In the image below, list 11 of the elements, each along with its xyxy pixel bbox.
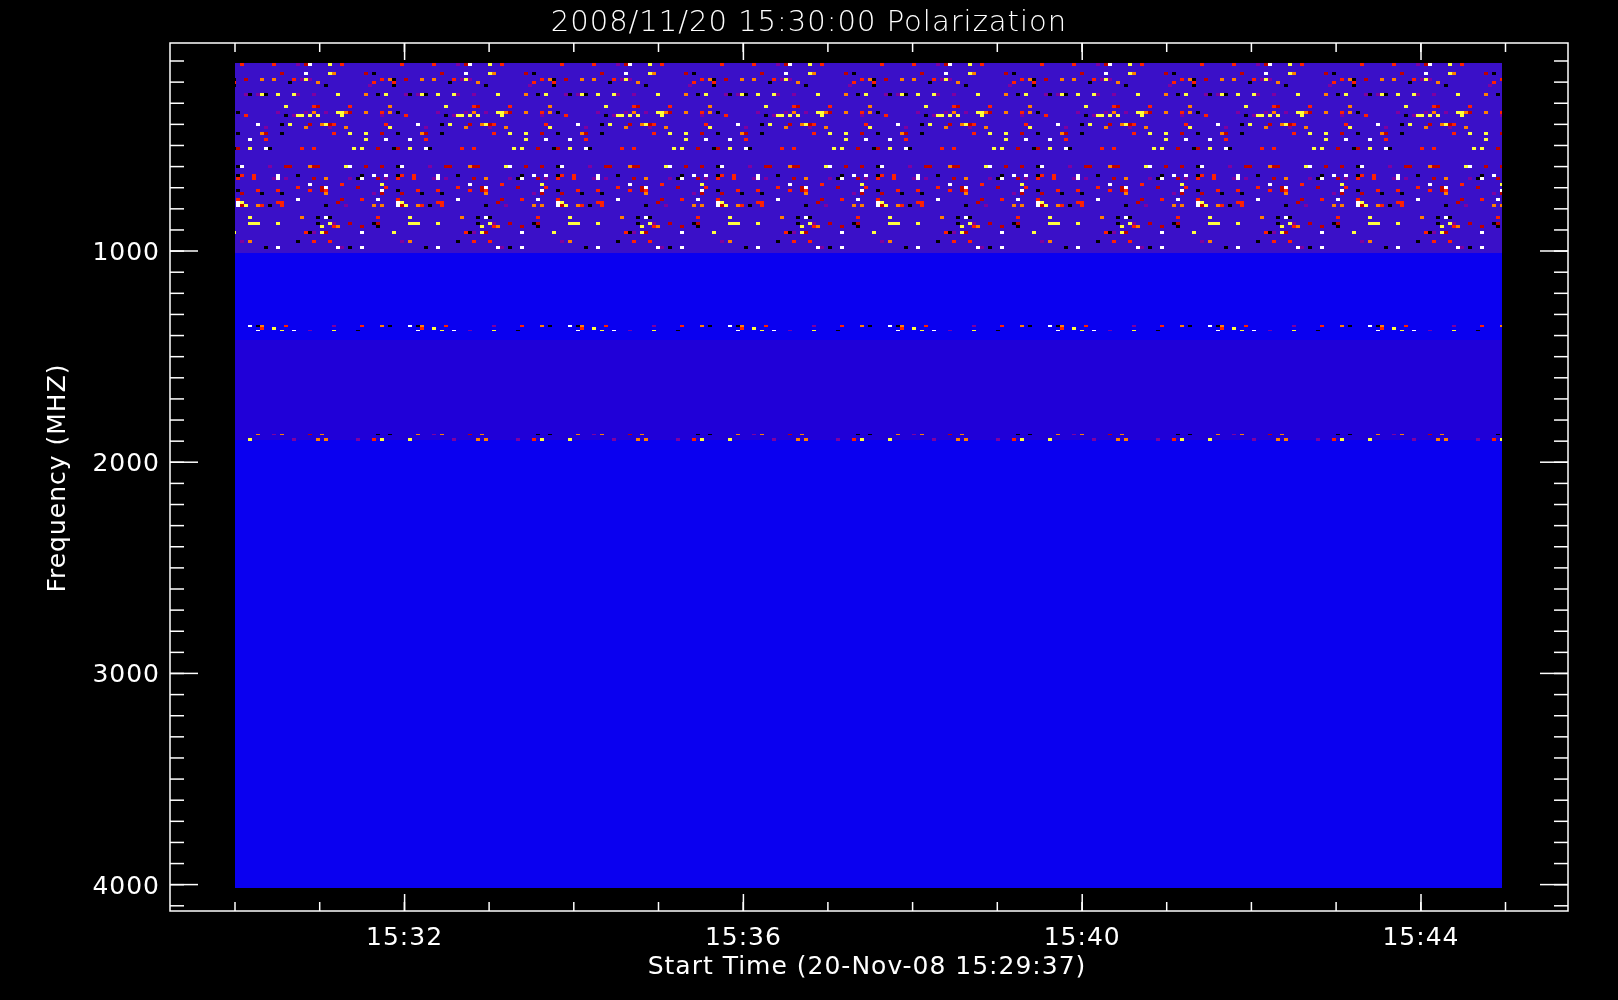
x-axis-label: Start Time (20-Nov-08 15:29:37)	[647, 951, 1087, 980]
x-tick-label: 15:32	[366, 922, 444, 951]
x-tick-label: 15:40	[1043, 922, 1121, 951]
y-tick-label: 3000	[92, 659, 160, 689]
y-tick-label: 4000	[92, 870, 160, 900]
y-axis-label: Frequency (MHZ)	[42, 363, 71, 593]
x-tick-label: 15:36	[704, 922, 782, 951]
x-tick-label: 15:44	[1382, 922, 1460, 951]
chart-title: 2008/11/20 15:30:00 Polarization	[550, 4, 1068, 38]
y-tick-label: 1000	[92, 237, 160, 266]
y-tick-label: 2000	[92, 448, 160, 478]
